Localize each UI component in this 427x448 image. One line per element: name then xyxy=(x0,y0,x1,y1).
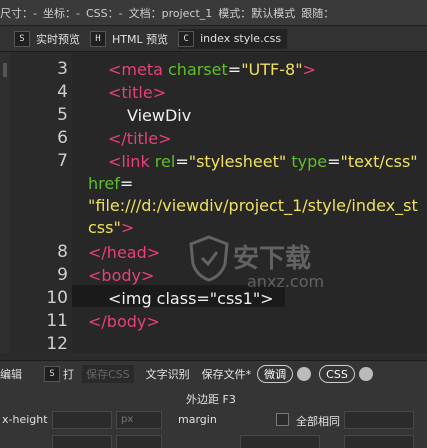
string-token: "file:///d:/viewdiv/project_1/style/inde… xyxy=(88,196,418,215)
panel-row-2 xyxy=(0,433,427,448)
same-all-label: 全部相同 xyxy=(296,415,340,428)
string-token: "text/css" xyxy=(340,152,418,171)
tag-token: > xyxy=(302,60,316,79)
tab-bar-spacer xyxy=(0,29,14,49)
margin-label: margin xyxy=(178,413,217,426)
tag-token: </head> xyxy=(88,243,161,262)
css-toggle-knob[interactable] xyxy=(358,367,373,381)
code-line-4: <title> xyxy=(108,83,166,102)
tag-token: </title> xyxy=(108,129,172,148)
line-number: 10 xyxy=(46,288,68,308)
line-number: 3 xyxy=(57,59,68,79)
s-label[interactable]: 打 xyxy=(63,366,74,382)
shield-icon xyxy=(189,235,229,282)
trail-status: 跟随： xyxy=(301,6,335,20)
edit-label: 编辑 xyxy=(0,368,22,381)
code-line-7-wrap-2: "file:///d:/viewdiv/project_1/style/inde… xyxy=(88,196,418,215)
line-number: 6 xyxy=(57,128,68,148)
tab-badge: C xyxy=(178,30,195,47)
tag-token: <meta xyxy=(108,60,168,79)
mode-status: 模式：默认模式 xyxy=(218,6,296,20)
fold-marker[interactable] xyxy=(3,63,7,77)
line-number: 4 xyxy=(57,82,68,102)
attr-token: href xyxy=(88,174,120,193)
same-all-checkbox[interactable] xyxy=(276,413,289,426)
tab-badge: H xyxy=(90,30,106,47)
tag-token: </body> xyxy=(88,312,160,331)
margin-input[interactable] xyxy=(344,411,414,429)
field-input[interactable] xyxy=(344,435,414,448)
string-token: css" xyxy=(88,218,121,237)
watermark-text: 安下载 xyxy=(233,244,312,274)
text-token: ViewDiv xyxy=(127,106,192,125)
tab-label: 实时预览 xyxy=(36,32,80,46)
properties-panel: 编辑 S 打 保存CSS 文字识别 保存文件* 微调 CSS 外边距 F3 x-… xyxy=(0,360,427,448)
x-height-unit-select[interactable]: px xyxy=(116,411,162,429)
css-toggle[interactable]: CSS xyxy=(319,365,355,383)
line-number: 9 xyxy=(57,265,68,285)
coord-status: 坐标：- xyxy=(42,6,80,20)
tab-label: index style.css xyxy=(200,32,282,45)
tag-token: <body> xyxy=(88,266,155,285)
save-css-button[interactable]: 保存CSS xyxy=(82,365,134,383)
code-line-7: <link rel="stylesheet" type="text/css" xyxy=(108,152,418,171)
code-editor[interactable]: 3 4 5 6 7 8 9 10 11 12 <meta charset="UT… xyxy=(0,53,427,353)
code-line-11: </body> xyxy=(88,312,160,331)
status-bar: 尺寸：- 坐标：- CSS：- 文档：project_1 模式：默认模式 跟随： xyxy=(0,0,427,26)
ocr-button[interactable]: 文字识别 xyxy=(146,366,190,382)
field-input[interactable] xyxy=(52,435,112,448)
tag-token: > xyxy=(120,218,135,237)
s-badge: S xyxy=(44,366,60,382)
tag-token: <link xyxy=(108,152,155,171)
tab-live-preview[interactable]: S 实时预览 xyxy=(14,29,86,49)
doc-status: 文档：project_1 xyxy=(128,6,213,20)
tab-html-preview[interactable]: H HTML 预览 xyxy=(90,29,174,49)
attr-token: charset xyxy=(168,60,228,79)
tag-token: <title> xyxy=(108,83,167,102)
attr-token: type xyxy=(286,152,328,171)
code-line-6: </title> xyxy=(108,129,171,148)
code-line-7-wrap-1: href= xyxy=(88,174,133,193)
line-number: 5 xyxy=(57,105,68,125)
x-height-label: x-height xyxy=(2,413,48,426)
equals-token: = xyxy=(119,174,134,193)
equals-token: = xyxy=(227,60,242,79)
debug-toggle-knob[interactable] xyxy=(297,367,312,381)
fold-gutter xyxy=(0,53,10,353)
margin-row: x-height px margin 全部相同 xyxy=(0,409,427,431)
line-number: 12 xyxy=(46,334,68,353)
size-status: 尺寸：- xyxy=(0,6,37,20)
watermark-logo: 安下载 anxz.com xyxy=(185,228,325,308)
css-status: CSS：- xyxy=(85,6,123,20)
code-line-7-wrap-3: css"> xyxy=(88,218,134,237)
attr-token: rel xyxy=(154,152,176,171)
code-line-3: <meta charset="UTF-8"> xyxy=(108,60,316,79)
field-input[interactable] xyxy=(116,435,162,448)
string-token: "stylesheet" xyxy=(188,152,287,171)
line-number: 8 xyxy=(57,242,68,262)
tab-label: HTML 预览 xyxy=(112,32,169,46)
string-token: "UTF-8" xyxy=(241,60,303,79)
watermark-subtext: anxz.com xyxy=(247,272,325,291)
equals-token: = xyxy=(327,152,341,171)
field-input[interactable] xyxy=(240,435,320,448)
margin-section-title: 外边距 F3 xyxy=(186,393,236,406)
tab-badge: S xyxy=(14,30,30,47)
equals-token: = xyxy=(175,152,189,171)
line-number: 7 xyxy=(57,151,68,171)
code-line-8: </head> xyxy=(88,243,160,262)
tab-index-style-css[interactable]: C index style.css xyxy=(178,28,288,49)
panel-toolbar: 编辑 S 打 保存CSS 文字识别 保存文件* 微调 CSS xyxy=(0,361,427,387)
line-number-gutter: 3 4 5 6 7 8 9 10 11 12 xyxy=(10,53,72,353)
code-line-5: ViewDiv xyxy=(127,106,191,125)
code-line-9: <body> xyxy=(88,266,154,285)
x-height-input[interactable] xyxy=(52,411,112,429)
tab-bar: S 实时预览 H HTML 预览 C index style.css xyxy=(0,26,427,52)
line-number: 11 xyxy=(46,311,68,331)
debug-toggle[interactable]: 微调 xyxy=(257,365,294,383)
save-file-button[interactable]: 保存文件* xyxy=(202,366,252,382)
